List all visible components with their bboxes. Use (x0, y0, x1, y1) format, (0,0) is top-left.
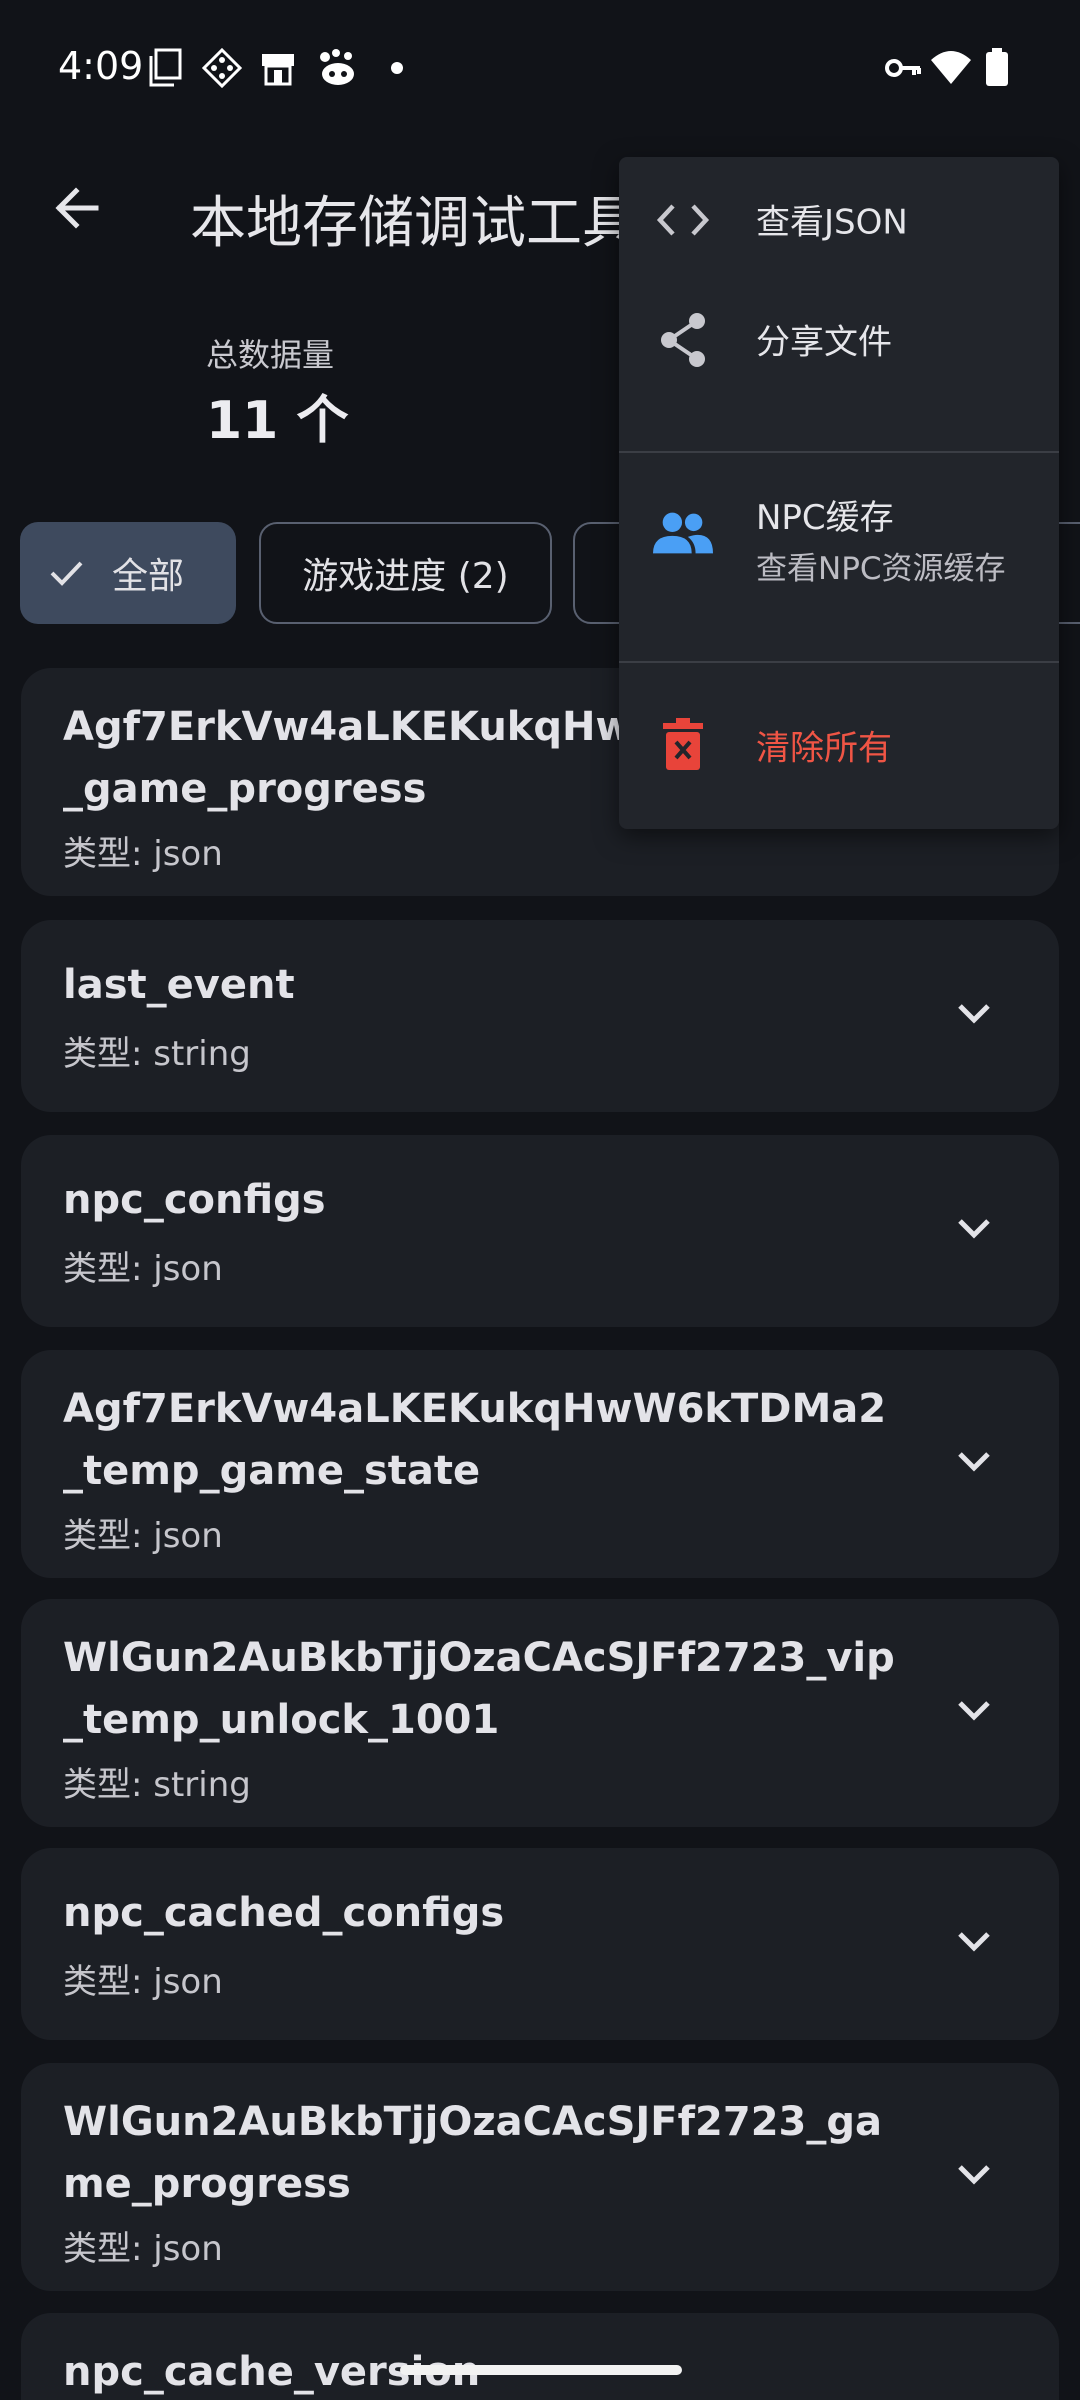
chevron-down-icon (956, 2163, 992, 2191)
expand-button[interactable] (949, 991, 999, 1041)
filter-chip-all-label: 全部 (112, 556, 185, 597)
chevron-down-icon (956, 1450, 992, 1478)
menu-item-npc-cache[interactable]: NPC缓存 查看NPC资源缓存 (619, 453, 1059, 617)
expand-button[interactable] (949, 2152, 999, 2202)
item-key: npc_configs (63, 1177, 326, 1223)
list-item[interactable]: last_event 类型: string (21, 920, 1059, 1112)
item-type: 类型: json (63, 1249, 223, 1289)
paw-app-icon (316, 48, 360, 88)
game-controller-icon (201, 47, 243, 89)
menu-label-share-file: 分享文件 (756, 322, 892, 363)
list-item[interactable]: Agf7ErkVw4aLKEKukqHwW6kTDMa2_temp_game_s… (21, 1350, 1059, 1578)
filter-chip-game-progress-label: 游戏进度 (2) (302, 556, 509, 597)
check-icon (48, 555, 84, 591)
overflow-menu: 查看JSON 分享文件 NPC缓存 查看NPC资源缓存 清除所有 (619, 157, 1059, 829)
list-item[interactable]: npc_cache_version (21, 2313, 1059, 2400)
expand-button[interactable] (949, 1206, 999, 1256)
code-icon (653, 190, 713, 250)
item-type: 类型: json (63, 1516, 223, 1556)
chevron-down-icon (956, 1699, 992, 1727)
share-icon (653, 310, 713, 370)
list-item[interactable]: npc_cached_configs 类型: json (21, 1848, 1059, 2040)
back-button[interactable] (36, 170, 116, 250)
item-type: 类型: string (63, 1765, 251, 1805)
item-key: last_event (63, 962, 295, 1008)
screenshot-icon (148, 48, 184, 88)
menu-item-share-file[interactable]: 分享文件 (619, 283, 1059, 409)
total-count-label: 总数据量 (206, 336, 335, 374)
item-key: npc_cached_configs (63, 1890, 505, 1936)
menu-item-clear-all[interactable]: 清除所有 (619, 663, 1059, 829)
delete-forever-icon (653, 714, 713, 774)
menu-sublabel-npc-cache: 查看NPC资源缓存 (756, 551, 1006, 587)
wifi-icon (930, 48, 972, 88)
chevron-down-icon (956, 1217, 992, 1245)
menu-label-npc-cache: NPC缓存 (756, 498, 894, 538)
expand-button[interactable] (949, 1688, 999, 1738)
chevron-down-icon (956, 1002, 992, 1030)
filter-chip-game-progress[interactable]: 游戏进度 (2) (259, 522, 552, 624)
filter-chip-all[interactable]: 全部 (20, 522, 236, 624)
total-count-value: 11 个 (206, 391, 349, 451)
menu-label-view-json: 查看JSON (756, 202, 908, 243)
item-type: 类型: string (63, 1034, 251, 1074)
battery-icon (984, 48, 1010, 88)
list-item[interactable]: WlGun2AuBkbTjjOzaCAcSJFf2723_game_progre… (21, 2063, 1059, 2291)
item-key: WlGun2AuBkbTjjOzaCAcSJFf2723_game_progre… (63, 2099, 882, 2207)
chevron-down-icon (956, 1930, 992, 1958)
storefront-icon (258, 48, 298, 88)
expand-button[interactable] (949, 1919, 999, 1969)
item-type: 类型: json (63, 834, 223, 874)
menu-label-clear-all: 清除所有 (756, 728, 892, 769)
status-bar: 4:09 (0, 0, 1080, 130)
arrow-back-icon (52, 184, 100, 236)
menu-item-view-json[interactable]: 查看JSON (619, 157, 1059, 283)
notification-dot (391, 62, 403, 74)
item-key: WlGun2AuBkbTjjOzaCAcSJFf2723_vip_temp_un… (63, 1635, 895, 1743)
people-icon (653, 503, 713, 563)
page-title: 本地存储调试工具 (190, 191, 638, 256)
list-item[interactable]: npc_configs 类型: json (21, 1135, 1059, 1327)
expand-button[interactable] (949, 1439, 999, 1489)
status-time: 4:09 (58, 44, 144, 88)
gesture-navigation-bar[interactable] (400, 2365, 682, 2375)
list-item[interactable]: WlGun2AuBkbTjjOzaCAcSJFf2723_vip_temp_un… (21, 1599, 1059, 1827)
vpn-key-icon (884, 48, 922, 88)
item-key: Agf7ErkVw4aLKEKukqHwW6kTDMa2_temp_game_s… (63, 1386, 887, 1494)
item-type: 类型: json (63, 1962, 223, 2002)
item-type: 类型: json (63, 2229, 223, 2269)
